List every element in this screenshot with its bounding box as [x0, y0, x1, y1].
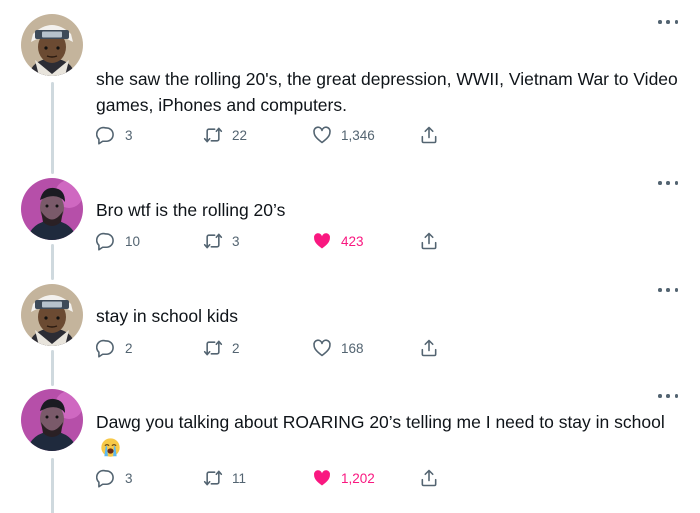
reply-count: 3: [125, 470, 133, 486]
tweet-text: she saw the rolling 20's, the great depr…: [96, 69, 678, 115]
like-count: 168: [341, 340, 364, 356]
retweet-button[interactable]: 3: [203, 230, 240, 252]
thread-line: [51, 350, 54, 386]
reply-icon: [96, 469, 114, 488]
retweet-count: 22: [232, 127, 248, 143]
avatar[interactable]: [21, 178, 83, 240]
reply-icon: [96, 339, 114, 358]
like-count: 423: [341, 233, 364, 249]
retweet-icon: [203, 127, 223, 143]
reply-button[interactable]: 3: [96, 467, 133, 489]
like-button[interactable]: 423: [312, 230, 364, 252]
like-button[interactable]: 1,346: [312, 124, 375, 146]
thread-line: [51, 244, 54, 280]
retweet-count: 11: [232, 470, 247, 486]
reply-button[interactable]: 3: [96, 124, 133, 146]
share-icon: [421, 126, 437, 144]
reply-icon: [96, 126, 114, 145]
reply-button[interactable]: 10: [96, 230, 140, 252]
retweet-count: 3: [232, 233, 240, 249]
like-button[interactable]: 1,202: [312, 467, 375, 489]
bearded-man-avatar-icon: [21, 178, 83, 240]
naruto-headband-avatar-icon: [21, 284, 83, 346]
tweet-text: Bro wtf is the rolling 20’s: [96, 200, 286, 220]
share-icon: [421, 232, 437, 250]
tweet-text-content: Dawg you talking about ROARING 20’s tell…: [96, 412, 665, 432]
retweet-icon: [203, 233, 223, 249]
reply-icon: [96, 232, 114, 251]
like-count: 1,202: [341, 470, 375, 486]
reply-count: 10: [125, 233, 141, 249]
reply-count: 3: [125, 127, 133, 143]
heart-filled-icon: [313, 233, 331, 249]
reply-count: 2: [125, 340, 133, 356]
thread-line: [51, 458, 54, 513]
share-icon: [421, 469, 437, 487]
more-options-icon[interactable]: [658, 178, 678, 188]
heart-filled-icon: [313, 470, 331, 486]
like-button[interactable]: 168: [312, 337, 364, 359]
share-button[interactable]: [419, 124, 439, 146]
naruto-headband-avatar-icon: [21, 14, 83, 76]
retweet-button[interactable]: 11: [203, 467, 246, 489]
tweet-text: Dawg you talking about ROARING 20’s tell…: [96, 409, 686, 461]
avatar[interactable]: [21, 284, 83, 346]
retweet-button[interactable]: 2: [203, 337, 240, 359]
thread-line: [51, 82, 54, 174]
avatar[interactable]: [21, 389, 83, 451]
share-button[interactable]: [419, 467, 439, 489]
tweet-text: stay in school kids: [96, 306, 239, 326]
more-options-icon[interactable]: [658, 285, 678, 295]
retweet-count: 2: [232, 340, 240, 356]
share-icon: [421, 339, 437, 357]
reply-button[interactable]: 2: [96, 337, 133, 359]
retweet-icon: [203, 340, 223, 356]
bearded-man-avatar-icon: [21, 389, 83, 451]
heart-outline-icon: [313, 126, 331, 144]
share-button[interactable]: [419, 337, 439, 359]
more-options-icon[interactable]: [658, 17, 678, 27]
like-count: 1,346: [341, 127, 375, 143]
avatar[interactable]: [21, 14, 83, 76]
more-options-icon[interactable]: [658, 391, 678, 401]
heart-outline-icon: [313, 339, 331, 357]
share-button[interactable]: [419, 230, 439, 252]
retweet-button[interactable]: 22: [203, 124, 247, 146]
retweet-icon: [203, 470, 223, 486]
loudly-crying-face-icon: [101, 438, 120, 457]
